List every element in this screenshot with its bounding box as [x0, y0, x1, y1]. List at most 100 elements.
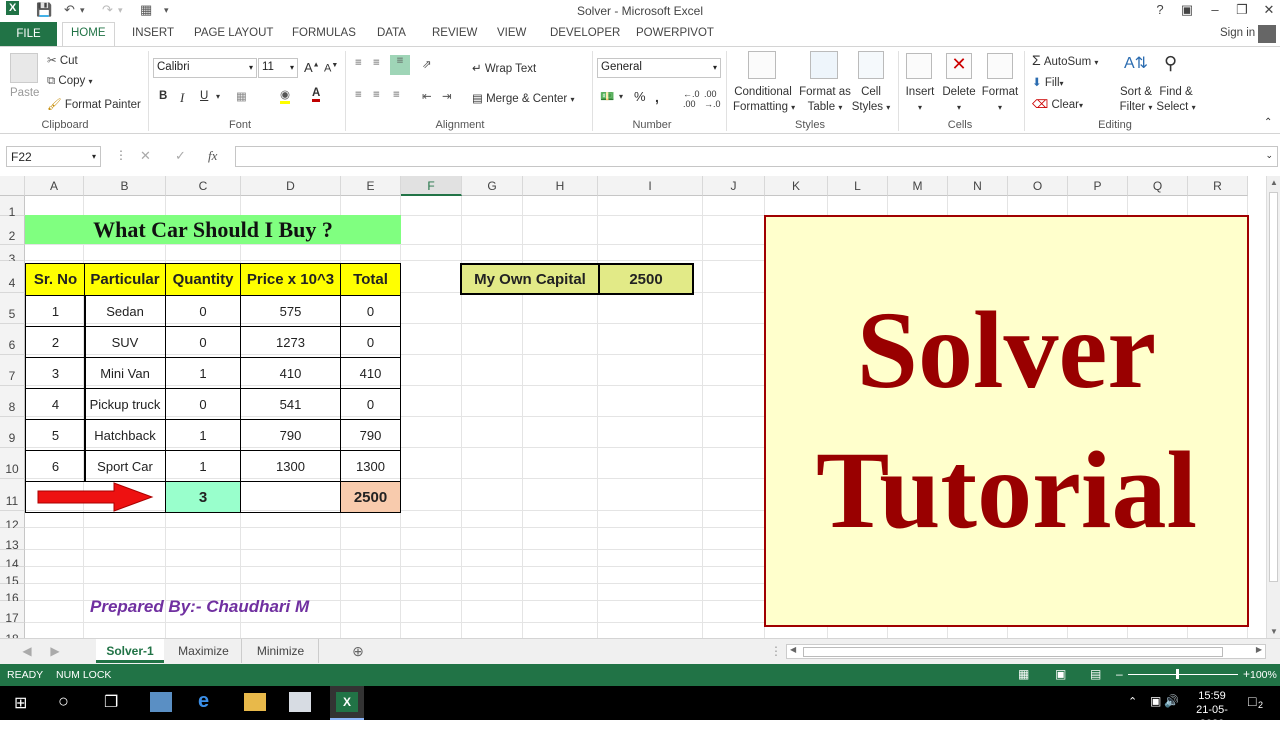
table-header-sr-no[interactable]: Sr. No [25, 263, 86, 296]
arrow-cell[interactable] [25, 481, 166, 513]
capital-value-cell[interactable]: 2500 [598, 263, 694, 295]
search-icon[interactable]: ○ [58, 691, 69, 712]
table-cell-sr-no[interactable]: 6 [25, 450, 86, 482]
grid-cell[interactable] [523, 567, 598, 584]
table-cell-total[interactable]: 0 [340, 295, 401, 327]
grid-cell[interactable] [523, 528, 598, 550]
column-header-e[interactable]: E [341, 176, 401, 196]
grid-cell[interactable] [241, 567, 341, 584]
sheet-title[interactable]: What Car Should I Buy ? [25, 215, 401, 244]
grid-cell[interactable] [25, 528, 84, 550]
table-cell-price[interactable]: 1273 [240, 326, 341, 358]
copy-button[interactable]: ⧉ Copy ▾ [47, 75, 93, 88]
restore-icon[interactable]: ❐ [1230, 2, 1254, 18]
control-panel-icon[interactable] [289, 692, 311, 712]
grid-cell[interactable] [598, 601, 703, 623]
table-cell-quantity[interactable]: 0 [165, 326, 241, 358]
grid-cell[interactable] [84, 528, 166, 550]
comma-style-icon[interactable]: , [655, 89, 659, 105]
grid-cell[interactable] [401, 261, 462, 293]
sheet-tab-minimize[interactable]: Minimize [243, 639, 319, 663]
row-header-14[interactable]: 14 [0, 550, 25, 571]
grid-cell[interactable] [523, 448, 598, 479]
grid-cell[interactable] [84, 567, 166, 584]
row-header-2[interactable]: 2 [0, 216, 25, 245]
grid-cell[interactable] [401, 216, 462, 245]
grid-cell[interactable] [401, 355, 462, 386]
table-cell-quantity[interactable]: 0 [165, 295, 241, 327]
row-header-1[interactable]: 1 [0, 196, 25, 219]
grid-cell[interactable] [703, 324, 765, 355]
grid-cell[interactable] [462, 355, 523, 386]
help-icon[interactable]: ? [1148, 2, 1172, 17]
table-cell-sr-no[interactable]: 3 [25, 357, 86, 389]
empty-total-cell[interactable] [240, 481, 341, 513]
grid-cell[interactable] [523, 601, 598, 623]
grid-cell[interactable] [462, 324, 523, 355]
row-header-5[interactable]: 5 [0, 293, 25, 324]
grid-cell[interactable] [598, 511, 703, 528]
column-header-n[interactable]: N [948, 176, 1008, 196]
decrease-indent-icon[interactable]: ⇤ [422, 89, 432, 103]
row-header-13[interactable]: 13 [0, 528, 25, 552]
column-header-b[interactable]: B [84, 176, 166, 196]
grid-cell[interactable] [462, 550, 523, 567]
align-left-icon[interactable]: ≡ [355, 89, 362, 101]
grid-cell[interactable] [341, 623, 401, 638]
grid-cell[interactable] [523, 355, 598, 386]
grid-cell[interactable] [462, 601, 523, 623]
row-header-17[interactable]: 17 [0, 601, 25, 625]
table-cell-total[interactable]: 1300 [340, 450, 401, 482]
tab-data[interactable]: DATA [377, 27, 406, 39]
column-header-o[interactable]: O [1008, 176, 1068, 196]
row-header-16[interactable]: 16 [0, 584, 25, 605]
fill-button[interactable]: ⬇ Fill▾ [1032, 75, 1064, 89]
paste-button[interactable]: Paste [10, 87, 39, 99]
grid-cell[interactable] [703, 355, 765, 386]
column-header-p[interactable]: P [1068, 176, 1128, 196]
currency-icon[interactable]: 💵 [600, 89, 614, 103]
decrease-decimal-icon[interactable]: .00 →.0 [704, 89, 721, 109]
column-header-h[interactable]: H [523, 176, 598, 196]
grid-cell[interactable] [241, 550, 341, 567]
percent-button[interactable]: % [634, 89, 646, 104]
grid-cell[interactable] [341, 511, 401, 528]
grid-cell[interactable] [341, 528, 401, 550]
horizontal-scrollbar[interactable]: ◀ ▶ [786, 644, 1266, 659]
sign-in-link[interactable]: Sign in [1220, 27, 1255, 39]
grid-cell[interactable] [401, 511, 462, 528]
minimize-icon[interactable]: – [1203, 2, 1227, 17]
grid-cell[interactable] [523, 386, 598, 417]
grid-cell[interactable] [84, 196, 166, 216]
grid-cell[interactable] [462, 567, 523, 584]
grid-cell[interactable] [523, 623, 598, 638]
increase-decimal-icon[interactable]: ←.0.00 [683, 89, 700, 109]
row-header-8[interactable]: 8 [0, 386, 25, 417]
tab-powerpivot[interactable]: POWERPIVOT [636, 27, 714, 39]
grid-cell[interactable] [401, 584, 462, 601]
fill-color-icon[interactable]: ◉ [280, 87, 291, 104]
grid-cell[interactable] [523, 511, 598, 528]
grid-cell[interactable] [84, 623, 166, 638]
bold-button[interactable]: B [159, 90, 167, 102]
row-header-4[interactable]: 4 [0, 261, 25, 293]
normal-view-icon[interactable]: ▦ [1018, 667, 1029, 681]
grid-cell[interactable] [523, 324, 598, 355]
photos-app-icon[interactable] [150, 692, 172, 712]
tab-developer[interactable]: DEVELOPER [550, 27, 620, 39]
grid-cell[interactable] [703, 293, 765, 324]
table-cell-quantity[interactable]: 1 [165, 357, 241, 389]
grid-cell[interactable] [25, 550, 84, 567]
table-cell-particular[interactable]: Pickup truck [84, 388, 166, 420]
grid-cell[interactable] [401, 528, 462, 550]
tab-file[interactable]: FILE [0, 22, 57, 46]
grid-cell[interactable] [241, 623, 341, 638]
column-header-m[interactable]: M [888, 176, 948, 196]
table-cell-sr-no[interactable]: 1 [25, 295, 86, 327]
underline-dropdown-icon[interactable]: ▾ [216, 92, 220, 101]
tab-formulas[interactable]: FORMULAS [292, 27, 356, 39]
table-cell-particular[interactable]: Sport Car [84, 450, 166, 482]
increase-indent-icon[interactable]: ⇥ [442, 89, 452, 103]
grid-cell[interactable] [401, 386, 462, 417]
grid-cell[interactable] [401, 417, 462, 448]
